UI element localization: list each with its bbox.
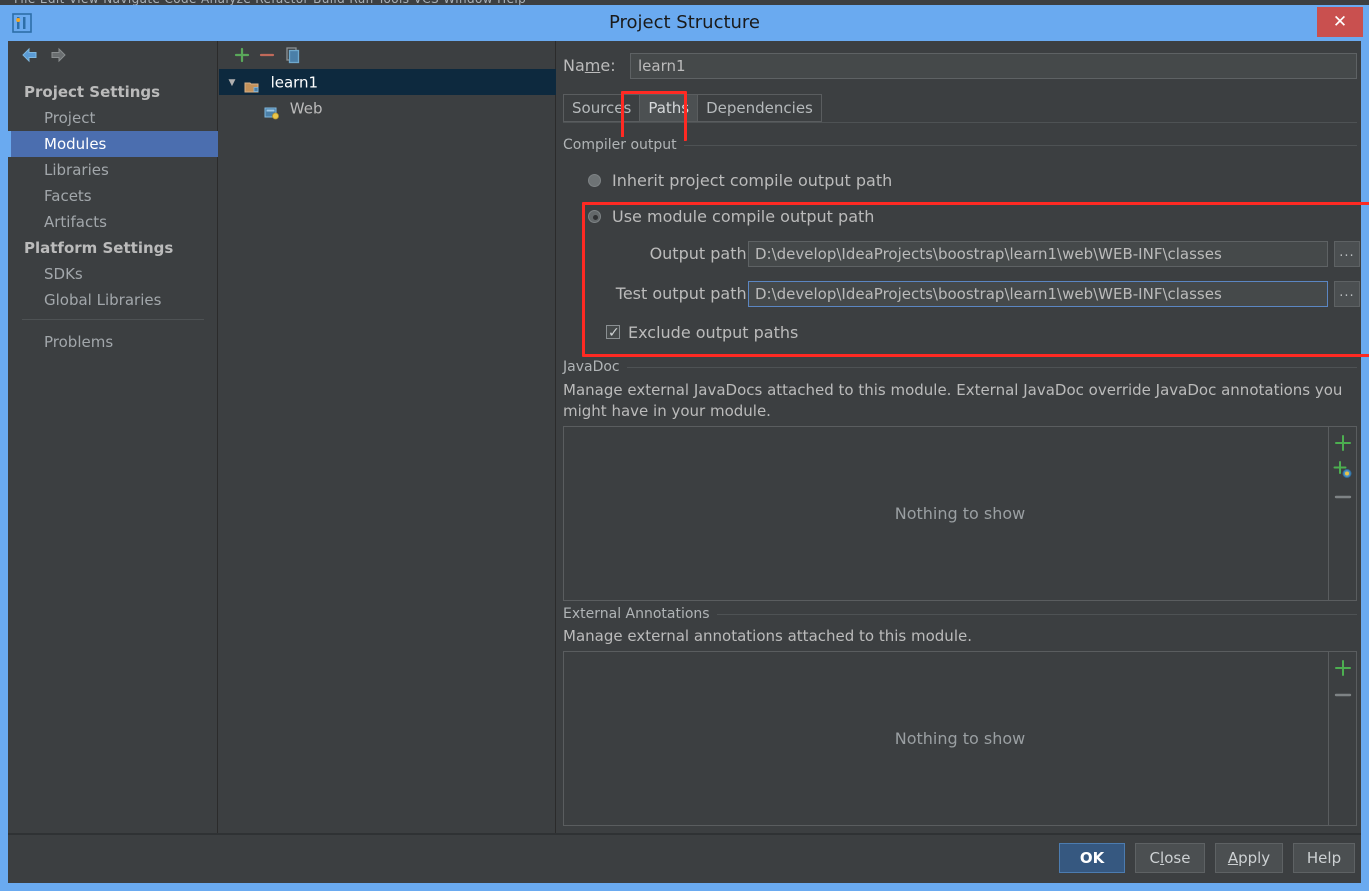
close-icon: ✕ bbox=[1332, 12, 1348, 32]
exclude-output-paths-label: Exclude output paths bbox=[628, 323, 799, 342]
tab-underline bbox=[563, 122, 1357, 123]
external-annotations-description: Manage external annotations attached to … bbox=[563, 627, 972, 645]
sidebar-item-artifacts[interactable]: Artifacts bbox=[8, 209, 218, 235]
tab-paths[interactable]: Paths bbox=[639, 94, 698, 122]
sidebar-group-platform-settings: Platform Settings bbox=[24, 239, 174, 257]
radio-indicator-inherit bbox=[588, 174, 601, 187]
module-name-input[interactable] bbox=[630, 53, 1357, 79]
output-path-browse-button[interactable]: ... bbox=[1334, 241, 1360, 267]
external-annotations-empty-text: Nothing to show bbox=[894, 729, 1026, 748]
javadoc-remove-button[interactable] bbox=[1332, 486, 1354, 508]
name-label-mnemonic: m bbox=[584, 56, 601, 75]
sidebar-item-modules[interactable]: Modules bbox=[8, 131, 218, 157]
tab-sources[interactable]: Sources bbox=[563, 94, 640, 122]
javadoc-add-url-button[interactable] bbox=[1332, 459, 1354, 481]
dialog-title-bar: Project Structure ✕ bbox=[0, 5, 1369, 41]
javadoc-list-toolbar bbox=[1328, 427, 1356, 600]
modules-tree-panel: ▼ learn1 Web bbox=[219, 41, 556, 833]
name-label-suffix: e: bbox=[600, 56, 616, 75]
group-line-compiler-output bbox=[675, 145, 1357, 146]
javadoc-description: Manage external JavaDocs attached to thi… bbox=[563, 381, 1343, 420]
arrow-left-icon[interactable] bbox=[20, 46, 42, 64]
check-icon: ✓ bbox=[608, 325, 620, 341]
sidebar-item-libraries[interactable]: Libraries bbox=[8, 157, 218, 183]
close-button-footer[interactable]: Close bbox=[1135, 843, 1205, 873]
module-name-row: Name: bbox=[563, 53, 1357, 79]
sidebar-group-project-settings: Project Settings bbox=[24, 83, 161, 101]
group-line-external-annotations bbox=[713, 614, 1357, 615]
sidebar-item-problems[interactable]: Problems bbox=[8, 329, 218, 355]
tree-row-module-learn1[interactable]: ▼ learn1 bbox=[219, 69, 556, 95]
sidebar-item-project[interactable]: Project bbox=[8, 105, 218, 131]
sidebar-item-sdks[interactable]: SDKs bbox=[8, 261, 218, 287]
test-output-path-label: Test output path: bbox=[615, 284, 752, 303]
external-annotations-remove-button[interactable] bbox=[1332, 684, 1354, 706]
checkbox-indicator-exclude: ✓ bbox=[606, 325, 620, 341]
web-facet-icon bbox=[263, 102, 281, 119]
javadoc-list[interactable]: Nothing to show bbox=[563, 426, 1357, 601]
module-editor-tabs: Sources Paths Dependencies bbox=[563, 94, 822, 122]
sidebar-divider bbox=[22, 319, 204, 320]
plus-icon[interactable] bbox=[231, 45, 253, 65]
test-output-path-row: Test output path: ... bbox=[563, 281, 1360, 307]
close-label-before: C bbox=[1149, 849, 1161, 867]
dialog-button-bar: OK Close Apply Help bbox=[8, 834, 1361, 883]
test-output-path-input[interactable] bbox=[748, 281, 1328, 307]
external-annotations-list[interactable]: Nothing to show bbox=[563, 651, 1357, 826]
sidebar-item-global-libraries[interactable]: Global Libraries bbox=[8, 287, 218, 313]
minus-icon[interactable] bbox=[256, 45, 278, 65]
tree-label-learn1: learn1 bbox=[270, 73, 319, 92]
module-folder-icon bbox=[244, 76, 262, 92]
radio-label-inherit: Inherit project compile output path bbox=[612, 171, 893, 190]
dialog-body: Project Settings Project Modules Librari… bbox=[8, 41, 1361, 883]
close-label-after: ose bbox=[1164, 849, 1191, 867]
output-path-row: Output path: ... bbox=[563, 241, 1360, 267]
radio-indicator-use-module bbox=[588, 210, 601, 223]
external-annotations-list-toolbar bbox=[1328, 652, 1356, 825]
group-title-external-annotations: External Annotations bbox=[563, 606, 717, 622]
apply-button[interactable]: Apply bbox=[1215, 843, 1283, 873]
javadoc-add-button[interactable] bbox=[1332, 432, 1354, 454]
arrow-right-icon[interactable] bbox=[46, 46, 68, 64]
group-title-javadoc: JavaDoc bbox=[563, 359, 627, 375]
output-path-label: Output path: bbox=[649, 244, 752, 263]
module-name-label: Name: bbox=[563, 53, 616, 79]
group-line-javadoc bbox=[623, 367, 1357, 368]
settings-sidebar: Project Settings Project Modules Librari… bbox=[8, 41, 218, 833]
module-editor-pane: Name: Sources Paths Dependencies Compile… bbox=[557, 41, 1361, 833]
dialog-title: Project Structure bbox=[608, 12, 761, 33]
tree-row-facet-web[interactable]: Web bbox=[219, 95, 556, 121]
close-window-button[interactable]: ✕ bbox=[1317, 7, 1363, 37]
group-title-compiler-output: Compiler output bbox=[563, 137, 684, 153]
copy-icon[interactable] bbox=[281, 45, 303, 65]
javadoc-empty-text: Nothing to show bbox=[894, 504, 1026, 523]
apply-label-mnemonic: A bbox=[1227, 849, 1239, 867]
project-structure-dialog: Project Structure ✕ Project Settings Pro… bbox=[0, 5, 1369, 891]
modules-toolbar bbox=[219, 41, 556, 69]
tab-dependencies[interactable]: Dependencies bbox=[697, 94, 822, 122]
output-path-input[interactable] bbox=[748, 241, 1328, 267]
apply-label-after: pply bbox=[1238, 849, 1271, 867]
test-output-path-browse-button[interactable]: ... bbox=[1334, 281, 1360, 307]
external-annotations-add-button[interactable] bbox=[1332, 657, 1354, 679]
sidebar-nav-arrows bbox=[8, 41, 218, 69]
name-label-prefix: Na bbox=[563, 56, 585, 75]
chevron-down-icon[interactable]: ▼ bbox=[225, 70, 239, 96]
sidebar-item-facets[interactable]: Facets bbox=[8, 183, 218, 209]
ok-button[interactable]: OK bbox=[1059, 843, 1125, 873]
help-button[interactable]: Help bbox=[1293, 843, 1355, 873]
tree-label-web: Web bbox=[289, 99, 323, 118]
radio-label-use-module: Use module compile output path bbox=[612, 207, 875, 226]
